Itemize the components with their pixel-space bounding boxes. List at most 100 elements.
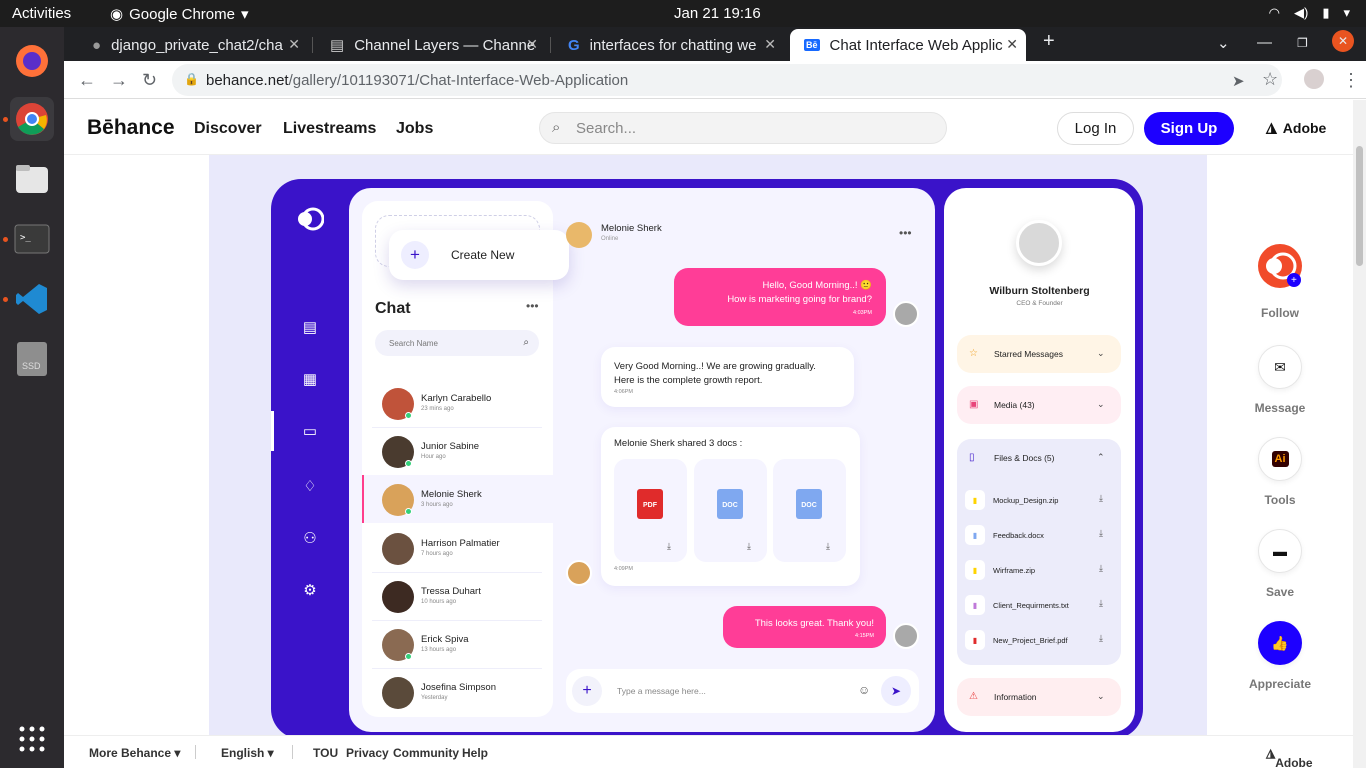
doc-file-tile[interactable]: DOC ⤓: [694, 459, 767, 562]
more-behance-menu[interactable]: More Behance ▾: [89, 746, 180, 760]
close-window-icon[interactable]: ✕: [1332, 30, 1354, 52]
firefox-icon[interactable]: [10, 39, 54, 83]
emoji-icon[interactable]: ☺: [858, 683, 870, 697]
search-name-input[interactable]: Search Name ⌕: [375, 330, 539, 356]
document-icon[interactable]: ▤: [297, 314, 323, 340]
download-icon[interactable]: ⤓: [667, 539, 671, 553]
download-icon[interactable]: ⤓: [826, 539, 830, 553]
clock[interactable]: Jan 21 19:16: [674, 5, 761, 22]
tab-interfaces-search[interactable]: Ginterfaces for chatting we ✕: [554, 29, 784, 61]
adobe-footer-link[interactable]: ◮ Adobe: [1266, 746, 1313, 768]
doc-file-tile[interactable]: DOC ⤓: [773, 459, 846, 562]
more-options-icon[interactable]: •••: [526, 299, 539, 313]
login-button[interactable]: Log In: [1057, 112, 1134, 145]
tools-action[interactable]: Ai Tools: [1228, 437, 1332, 507]
calendar-icon[interactable]: ▦: [297, 366, 323, 392]
chat-bubble-icon[interactable]: ▭: [297, 418, 323, 444]
minimize-icon[interactable]: —: [1257, 34, 1272, 51]
users-icon[interactable]: ⚇: [297, 525, 323, 551]
contact-item[interactable]: Junior Sabine Hour ago: [362, 427, 553, 475]
conversation-options-icon[interactable]: •••: [899, 226, 912, 240]
contact-item[interactable]: Tressa Duhart 10 hours ago: [362, 572, 553, 620]
language-select[interactable]: English ▾: [221, 746, 274, 760]
lock-icon[interactable]: 🔒: [184, 72, 199, 86]
menu-kebab-icon[interactable]: ⋮: [1342, 70, 1360, 91]
restore-icon[interactable]: ❐: [1297, 36, 1308, 50]
settings-icon[interactable]: ⚙: [297, 577, 323, 603]
information-section[interactable]: ⚠ Information ⌄: [957, 678, 1121, 716]
file-item[interactable]: ▮ Client_Requirments.txt ⤓: [957, 592, 1121, 618]
contact-item[interactable]: Erick Spiva 13 hours ago: [362, 620, 553, 668]
ssd-drive-icon[interactable]: SSD: [10, 337, 54, 381]
reload-icon[interactable]: ↻: [142, 70, 157, 91]
privacy-link[interactable]: Privacy: [346, 746, 389, 760]
file-item[interactable]: ▮ Wirframe.zip ⤓: [957, 557, 1121, 583]
contact-item[interactable]: Harrison Palmatier 7 hours ago: [362, 524, 553, 572]
forward-icon[interactable]: →: [110, 70, 128, 91]
appreciate-action[interactable]: 👍 Appreciate: [1228, 621, 1332, 691]
vscode-icon[interactable]: [10, 277, 54, 321]
profile-avatar[interactable]: [1304, 69, 1324, 89]
tou-link[interactable]: TOU: [313, 746, 338, 760]
file-item[interactable]: ▮ New_Project_Brief.pdf ⤓: [957, 627, 1121, 653]
download-icon[interactable]: ⤓: [1099, 493, 1103, 504]
nav-livestreams[interactable]: Livestreams: [283, 120, 376, 138]
contact-avatar[interactable]: [566, 222, 592, 248]
scrollbar-thumb[interactable]: [1356, 146, 1363, 266]
chrome-dock-icon[interactable]: [10, 97, 54, 141]
close-tab-icon[interactable]: ✕: [526, 36, 538, 53]
help-link[interactable]: Help: [462, 746, 488, 760]
message-input[interactable]: Type a message here...: [617, 686, 706, 696]
attach-plus-button[interactable]: +: [572, 676, 602, 706]
activities-button[interactable]: Activities: [12, 5, 71, 22]
follow-action[interactable]: + Follow: [1228, 243, 1332, 320]
files-icon[interactable]: [10, 157, 54, 201]
contact-item[interactable]: Melonie Sherk 3 hours ago: [362, 475, 553, 523]
back-icon[interactable]: ←: [78, 70, 96, 91]
page-scrollbar[interactable]: [1353, 100, 1366, 768]
close-tab-icon[interactable]: ✕: [1006, 36, 1018, 53]
tab-search-icon[interactable]: ⌄: [1217, 34, 1230, 52]
share-icon[interactable]: ➤: [1232, 72, 1245, 90]
download-icon[interactable]: ⤓: [1099, 598, 1103, 609]
pdf-file-tile[interactable]: PDF ⤓: [614, 459, 687, 562]
system-tray[interactable]: ◠ ◀) ▮ ▾: [1269, 5, 1350, 21]
behance-icon: Bē: [804, 39, 820, 51]
files-docs-header[interactable]: ▯ Files & Docs (5) ⌃: [957, 439, 1121, 477]
nav-discover[interactable]: Discover: [194, 120, 262, 138]
close-tab-icon[interactable]: ✕: [764, 36, 776, 53]
chevron-up-icon: ⌃: [1097, 452, 1105, 462]
bell-icon[interactable]: ♢: [297, 473, 323, 499]
create-new-button[interactable]: + Create New: [389, 230, 569, 280]
new-tab-button[interactable]: +: [1043, 30, 1055, 53]
download-icon[interactable]: ⤓: [1099, 528, 1103, 539]
search-input[interactable]: ⌕ Search...: [539, 112, 947, 144]
close-tab-icon[interactable]: ✕: [288, 36, 300, 53]
message-action[interactable]: ✉ Message: [1228, 345, 1332, 415]
tab-channel-layers[interactable]: ▤ Channel Layers — Channe ✕: [316, 29, 546, 61]
tab-chat-interface[interactable]: Bē Chat Interface Web Applic ✕: [790, 29, 1026, 61]
contact-item[interactable]: Karlyn Carabello 23 mins ago: [362, 379, 553, 427]
starred-messages-section[interactable]: ☆ Starred Messages ⌄: [957, 335, 1121, 373]
behance-logo[interactable]: Bēhance: [87, 116, 175, 140]
file-item[interactable]: ▮ Feedback.docx ⤓: [957, 522, 1121, 548]
file-type-icon: ▮: [965, 630, 985, 650]
signup-button[interactable]: Sign Up: [1144, 112, 1234, 145]
download-icon[interactable]: ⤓: [1099, 563, 1103, 574]
media-section[interactable]: ▣ Media (43) ⌄: [957, 386, 1121, 424]
app-grid-icon[interactable]: [10, 717, 54, 761]
download-icon[interactable]: ⤓: [747, 539, 751, 553]
adobe-link[interactable]: ◮ Adobe: [1266, 119, 1326, 136]
app-menu[interactable]: ◉ Google Chrome ▾: [110, 5, 249, 24]
tab-django-private-chat[interactable]: ● django_private_chat2/cha ✕: [78, 29, 308, 61]
download-icon[interactable]: ⤓: [1099, 633, 1103, 644]
contact-item[interactable]: Josefina Simpson Yesterday: [362, 668, 553, 716]
url-bar[interactable]: 🔒 behance.net/gallery/101193071/Chat-Int…: [172, 64, 1282, 96]
nav-jobs[interactable]: Jobs: [396, 120, 433, 138]
bookmark-star-icon[interactable]: ☆: [1262, 69, 1278, 90]
send-button[interactable]: ➤: [881, 676, 911, 706]
terminal-icon[interactable]: >_: [10, 217, 54, 261]
file-item[interactable]: ▮ Mockup_Design.zip ⤓: [957, 487, 1121, 513]
save-action[interactable]: ▬ Save: [1228, 529, 1332, 599]
community-link[interactable]: Community: [393, 746, 459, 760]
